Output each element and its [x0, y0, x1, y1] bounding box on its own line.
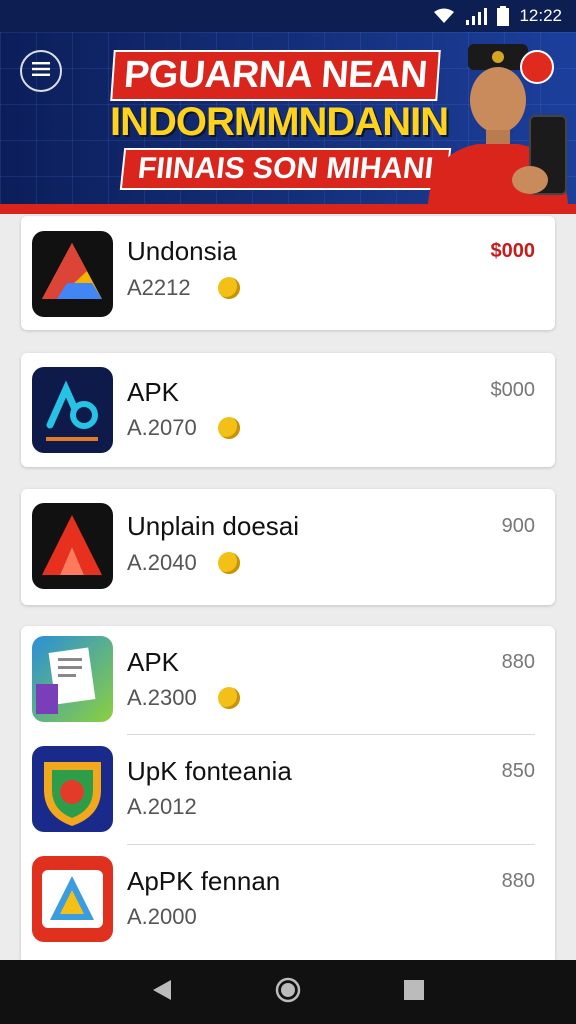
coin-icon [218, 417, 240, 439]
app-code: A.2300 [127, 685, 197, 710]
app-code: A.2040 [127, 550, 197, 575]
signal-icon [465, 7, 488, 25]
menu-button[interactable] [20, 50, 62, 92]
list-item[interactable]: APK A.2070 $000 [21, 357, 555, 457]
list-item[interactable]: UpK fonteania A.2012 850 [21, 742, 555, 842]
status-bar: 12:22 [0, 0, 576, 32]
banner-badge-icon [520, 50, 554, 84]
app-card[interactable]: Unplain doesai A.2040 900 [21, 489, 555, 605]
arrow-logo-icon [32, 856, 113, 942]
app-code: A.2000 [127, 904, 197, 929]
documents-icon [32, 636, 113, 722]
battery-icon [497, 6, 510, 26]
app-card[interactable]: APK A.2070 $000 [21, 353, 555, 467]
divider [127, 734, 535, 735]
app-name: APK [127, 647, 180, 677]
app-name: ApPK fennan [127, 866, 281, 896]
back-icon[interactable] [151, 978, 173, 1007]
triangle-logo-icon [32, 231, 113, 317]
divider [127, 844, 535, 845]
app-price: 880 [501, 651, 535, 673]
app-name: UpK fonteania [127, 756, 292, 786]
menu-icon [32, 61, 50, 81]
banner-tagline: FIINAIS SON MIHANI [119, 148, 452, 190]
coin-icon [218, 552, 240, 574]
app-price: $000 [490, 240, 536, 262]
recents-icon[interactable] [403, 979, 425, 1006]
list-item[interactable]: Undonsia A2212 $000 [21, 220, 555, 320]
navigation-bar [0, 960, 576, 1024]
list-item[interactable]: Unplain doesai A.2040 900 [21, 493, 555, 593]
promo-banner[interactable]: PGUARNA NEAN INDORMMNDANIN FIINAIS SON M… [0, 32, 576, 204]
app-price: 850 [501, 760, 535, 782]
app-price: $000 [490, 379, 536, 401]
app-price: 900 [501, 515, 535, 537]
app-code: A.2012 [127, 794, 197, 819]
app-list-card: APK A.2300 880 UpK fonteania A.2012 850 … [21, 626, 555, 960]
app-name: Unplain doesai [127, 511, 300, 541]
coin-icon [218, 277, 240, 299]
list-item[interactable]: APK A.2300 880 [21, 632, 555, 732]
a-logo-icon [32, 503, 113, 589]
banner-headline: PGUARNA NEAN [110, 50, 441, 101]
home-icon[interactable] [275, 977, 301, 1008]
app-code: A2212 [127, 275, 191, 300]
clock: 12:22 [519, 6, 562, 25]
app-name: APK [127, 377, 180, 407]
list-item[interactable]: ApPK fennan A.2000 880 [21, 852, 555, 952]
app-price: 880 [501, 870, 535, 892]
shield-icon [32, 746, 113, 832]
banner-subheadline: INDORMMNDANIN [110, 100, 449, 144]
app-card[interactable]: Undonsia A2212 $000 [21, 216, 555, 330]
ab-logo-icon [32, 367, 113, 453]
wifi-icon [433, 8, 455, 24]
app-name: Undonsia [127, 236, 237, 266]
app-code: A.2070 [127, 415, 197, 440]
banner-accent-strip [0, 204, 576, 214]
coin-icon [218, 687, 240, 709]
